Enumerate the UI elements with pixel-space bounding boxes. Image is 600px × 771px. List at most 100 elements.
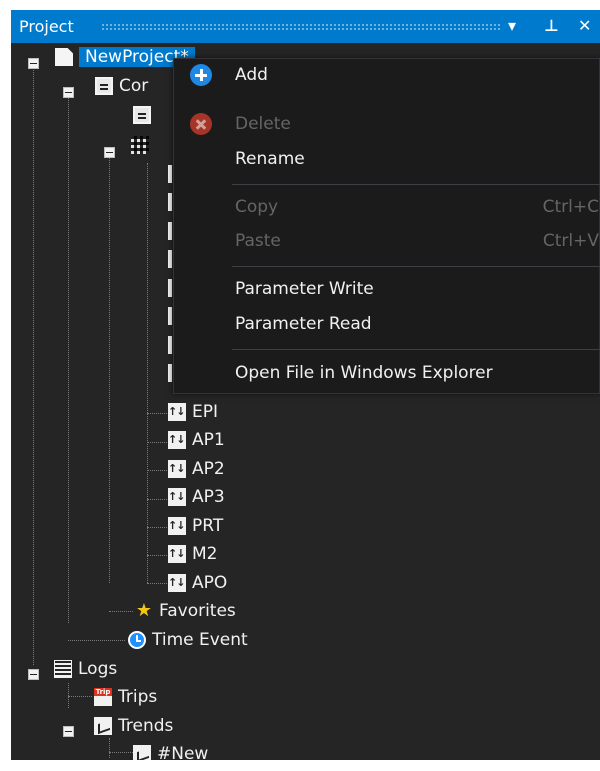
titlebar-grip xyxy=(101,23,501,30)
trend-icon xyxy=(133,745,151,760)
delete-icon xyxy=(190,113,212,135)
menu-item-parameter-read[interactable]: Parameter Read xyxy=(174,310,600,340)
tree-node-label: Time Event xyxy=(152,630,248,650)
tree-guide xyxy=(68,696,92,697)
menu-separator xyxy=(232,349,600,350)
tree-guide xyxy=(109,738,110,758)
menu-item-label: Delete xyxy=(235,114,291,134)
menu-separator xyxy=(232,184,600,185)
tree-node-param[interactable]: ↑↓↑ AP1 xyxy=(168,427,225,453)
dropdown-icon[interactable]: ▾ xyxy=(508,16,516,35)
tree-node-trends[interactable]: Trends xyxy=(94,713,173,739)
tree-node-parameters[interactable] xyxy=(131,132,149,158)
trend-icon xyxy=(94,717,112,735)
menu-item-add[interactable]: Add xyxy=(174,61,600,91)
tree-node-time-event[interactable]: Time Event xyxy=(128,627,248,653)
tree-node-label: Trends xyxy=(118,716,174,736)
menu-item-label: Add xyxy=(235,65,268,85)
tree-node-trend-new[interactable]: #New xyxy=(133,741,208,760)
tree-node-label: Cor xyxy=(119,76,149,96)
menu-item-copy[interactable]: Copy Ctrl+C xyxy=(174,193,600,223)
tree-guide xyxy=(68,93,69,623)
menu-item-open-explorer[interactable]: Open File in Windows Explorer xyxy=(174,359,600,389)
add-icon xyxy=(190,64,212,86)
tree-node-label: M2 xyxy=(192,544,218,564)
tree-guide xyxy=(147,583,167,584)
menu-item-delete[interactable]: Delete xyxy=(174,110,600,140)
tree-node-label: PRT xyxy=(192,516,224,536)
project-panel: Project ▾ ⊥ ✕ NewProject* Cor ↑↓↑ EPI ↑↓… xyxy=(11,10,600,760)
context-menu: Add Delete Rename Copy Ctrl+C Paste Ctrl… xyxy=(173,58,600,394)
controller-icon xyxy=(95,77,113,95)
tree-guide xyxy=(147,413,167,414)
menu-item-label: Rename xyxy=(235,149,305,169)
parameter-icon xyxy=(168,336,172,354)
tree-node-label: AP1 xyxy=(192,430,225,450)
tree-node-param[interactable]: ↑↓↑ EPI xyxy=(168,399,218,425)
menu-item-shortcut: Ctrl+C xyxy=(542,197,599,217)
tree-guide xyxy=(33,65,34,665)
collapse-toggle[interactable] xyxy=(104,147,115,158)
tree-node-param[interactable]: ↑↓↑ AP2 xyxy=(168,456,225,482)
tree-node-label: Favorites xyxy=(159,601,236,621)
tree-node-label: EPI xyxy=(192,402,219,422)
tree-node-label: APO xyxy=(192,573,228,593)
parameter-icon xyxy=(168,307,172,325)
collapse-toggle[interactable] xyxy=(63,726,74,737)
tree-guide xyxy=(68,640,125,641)
tree-guide xyxy=(147,470,167,471)
star-icon: ★ xyxy=(135,600,153,621)
panel-titlebar[interactable]: Project ▾ ⊥ ✕ xyxy=(11,10,600,43)
parameter-group-icon xyxy=(131,136,149,154)
panel-title: Project xyxy=(19,17,74,36)
parameter-icon: ↑↓↑ xyxy=(168,460,194,478)
parameter-icon: ↑↓↑ xyxy=(168,403,194,421)
menu-item-label: Parameter Write xyxy=(235,279,374,299)
document-icon xyxy=(55,48,73,66)
tree-node-label: #New xyxy=(157,744,209,760)
collapse-toggle[interactable] xyxy=(28,669,39,680)
tree-node-param[interactable]: ↑↓↑ PRT xyxy=(168,513,223,539)
menu-item-shortcut: Ctrl+V xyxy=(542,231,599,251)
tree-guide xyxy=(109,752,133,753)
tree-guide xyxy=(109,153,110,583)
tree-node-param[interactable]: ↑↓↑ M2 xyxy=(168,541,217,567)
menu-item-rename[interactable]: Rename xyxy=(174,145,600,175)
tree-node-label: Logs xyxy=(78,659,118,679)
pin-icon[interactable]: ⊥ xyxy=(544,16,559,35)
clock-icon xyxy=(128,631,146,649)
parameter-icon xyxy=(168,250,172,268)
parameter-icon: ↑↓↑ xyxy=(168,545,194,563)
parameter-icon: ↑↓↑ xyxy=(168,488,194,506)
trip-icon xyxy=(94,688,112,706)
close-icon[interactable]: ✕ xyxy=(578,16,591,35)
parameter-icon xyxy=(168,222,172,240)
parameter-icon xyxy=(168,279,172,297)
menu-separator xyxy=(232,266,600,267)
menu-item-parameter-write[interactable]: Parameter Write xyxy=(174,275,600,305)
tree-node-param[interactable]: ↑↓↑ AP3 xyxy=(168,484,225,510)
collapse-toggle[interactable] xyxy=(63,87,74,98)
menu-item-label: Parameter Read xyxy=(235,314,372,334)
tree-node-label: AP2 xyxy=(192,459,225,479)
tree-guide xyxy=(147,555,167,556)
menu-item-label: Open File in Windows Explorer xyxy=(235,363,493,383)
parameter-icon: ↑↓↑ xyxy=(168,574,194,592)
collapse-toggle[interactable] xyxy=(28,58,39,69)
menu-item-label: Paste xyxy=(235,231,281,251)
tree-node-controller[interactable]: Cor xyxy=(95,73,148,99)
parameter-icon xyxy=(168,165,172,183)
parameter-icon: ↑↓↑ xyxy=(168,431,194,449)
tree-node-label: Trips xyxy=(118,687,158,707)
tree-node-label: AP3 xyxy=(192,487,225,507)
menu-item-paste[interactable]: Paste Ctrl+V xyxy=(174,227,600,257)
tree-node-favorites[interactable]: ★ Favorites xyxy=(135,598,236,624)
tree-node-param[interactable]: ↑↓↑ APO xyxy=(168,570,227,596)
tree-guide xyxy=(147,527,167,528)
parameter-icon: ↑↓↑ xyxy=(168,517,194,535)
menu-item-label: Copy xyxy=(235,197,279,217)
tree-node-logs[interactable]: Logs xyxy=(54,656,117,682)
tree-node-device[interactable] xyxy=(133,102,151,128)
tree-node-trips[interactable]: Trips xyxy=(94,684,157,710)
parameter-icon xyxy=(168,364,172,382)
